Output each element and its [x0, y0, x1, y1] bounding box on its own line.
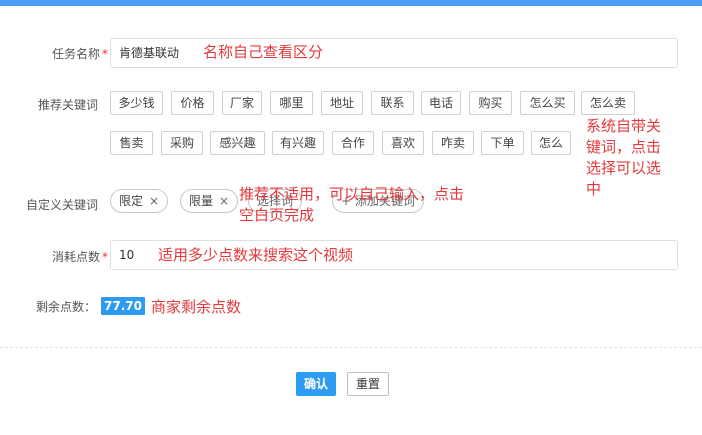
- keyword-chip[interactable]: 怎么: [531, 131, 571, 155]
- recommended-keywords-label: 推荐关键词: [37, 98, 98, 112]
- custom-keyword-tag: 限定 ×: [110, 189, 169, 213]
- top-accent-bar: [0, 0, 702, 6]
- keyword-chip[interactable]: 厂家: [222, 91, 262, 115]
- keyword-chip[interactable]: 怎么买: [520, 91, 575, 115]
- keyword-chip[interactable]: 下单: [481, 131, 524, 155]
- confirm-button[interactable]: 确认: [296, 372, 336, 396]
- close-icon[interactable]: ×: [149, 190, 159, 212]
- task-name-note: 名称自己查看区分: [203, 43, 324, 61]
- keyword-chip[interactable]: 地址: [321, 91, 363, 115]
- reset-button[interactable]: 重置: [347, 372, 389, 396]
- keyword-chip[interactable]: 喜欢: [382, 131, 424, 155]
- keyword-chip[interactable]: 采购: [161, 131, 203, 155]
- keyword-chip[interactable]: 咋卖: [432, 131, 474, 155]
- points-label: 消耗点数 *: [51, 250, 108, 264]
- form-divider: [0, 347, 702, 348]
- points-note: 适用多少点数来搜索这个视频: [158, 246, 354, 264]
- remaining-points-label: 剩余点数：: [36, 300, 97, 314]
- keyword-chip[interactable]: 联系: [371, 91, 414, 115]
- custom-keyword-tag: 限量 ×: [180, 189, 239, 213]
- keyword-chip[interactable]: 哪里: [270, 91, 313, 115]
- remaining-points-badge: 77.70: [101, 297, 145, 315]
- task-name-input[interactable]: 肯德基联动: [110, 38, 678, 68]
- remaining-points-note: 商家剩余点数: [151, 298, 242, 316]
- keyword-chip[interactable]: 多少钱: [110, 91, 163, 115]
- keyword-chip[interactable]: 感兴趣: [210, 131, 265, 155]
- keyword-chip[interactable]: 电话: [421, 91, 461, 115]
- keyword-chip[interactable]: 售卖: [110, 131, 153, 155]
- custom-keywords-label: 自定义关键词: [26, 198, 99, 212]
- custom-keywords-note: 推荐不适用，可以自己输入，点击 空白页完成: [239, 185, 465, 224]
- keyword-chip[interactable]: 有兴趣: [272, 131, 324, 155]
- system-keywords-note: 系统自带关 键词，点击 选择可以选 中: [586, 117, 662, 198]
- task-name-label: 任务名称 *: [51, 47, 108, 61]
- close-icon[interactable]: ×: [219, 190, 229, 212]
- keyword-chip[interactable]: 合作: [332, 131, 374, 155]
- keyword-chip[interactable]: 价格: [171, 91, 214, 115]
- keyword-chip[interactable]: 怎么卖: [581, 91, 635, 115]
- keyword-chip[interactable]: 购买: [469, 91, 512, 115]
